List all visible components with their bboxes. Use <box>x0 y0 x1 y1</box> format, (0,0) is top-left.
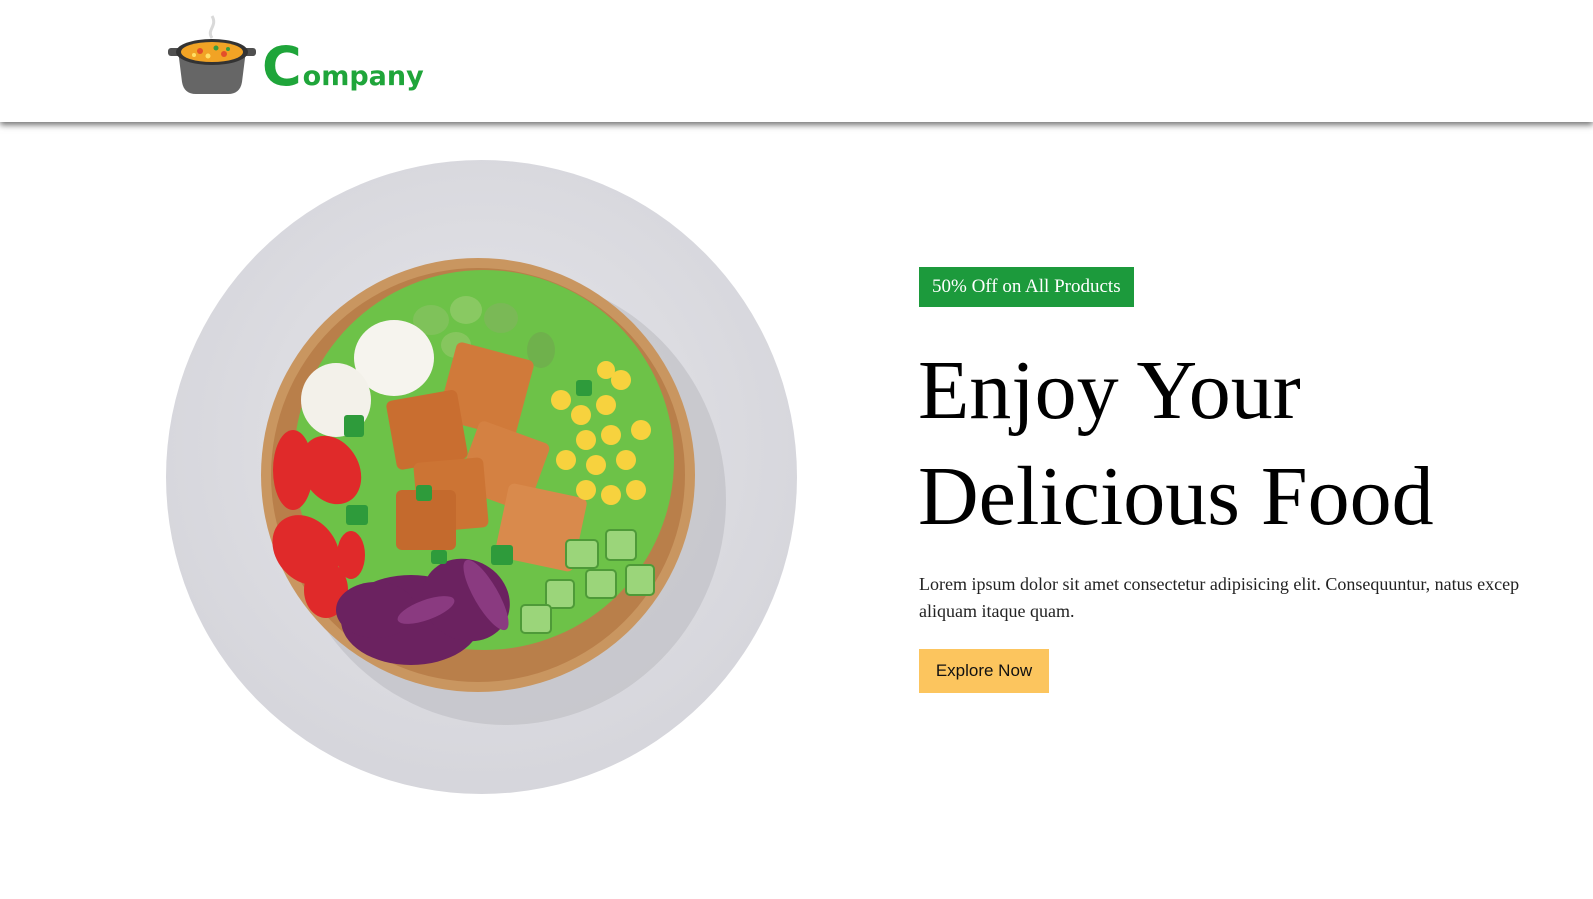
promo-label: 50% Off on All Products <box>932 276 1121 297</box>
description-line-2: aliquam itaque quam. <box>919 601 1075 621</box>
hero-description: Lorem ipsum dolor sit amet consectetur a… <box>919 571 1593 625</box>
description-line-1: Lorem ipsum dolor sit amet consectetur a… <box>919 574 1520 594</box>
logo-name-rest: ompany <box>302 61 424 92</box>
headline-line-1: Enjoy Your <box>918 344 1301 437</box>
logo[interactable]: Company <box>166 14 424 96</box>
promo-badge: 50% Off on All Products <box>919 267 1134 307</box>
hero-headline: Enjoy Your Delicious Food <box>918 338 1434 550</box>
logo-initial: C <box>262 35 302 98</box>
salad-bowl-image <box>166 160 797 794</box>
site-header: Company <box>0 0 1593 122</box>
cooking-pot-icon <box>168 15 256 94</box>
logo-wordmark: Company <box>262 40 424 94</box>
headline-line-2: Delicious Food <box>918 450 1434 543</box>
explore-now-button[interactable]: Explore Now <box>919 649 1049 693</box>
